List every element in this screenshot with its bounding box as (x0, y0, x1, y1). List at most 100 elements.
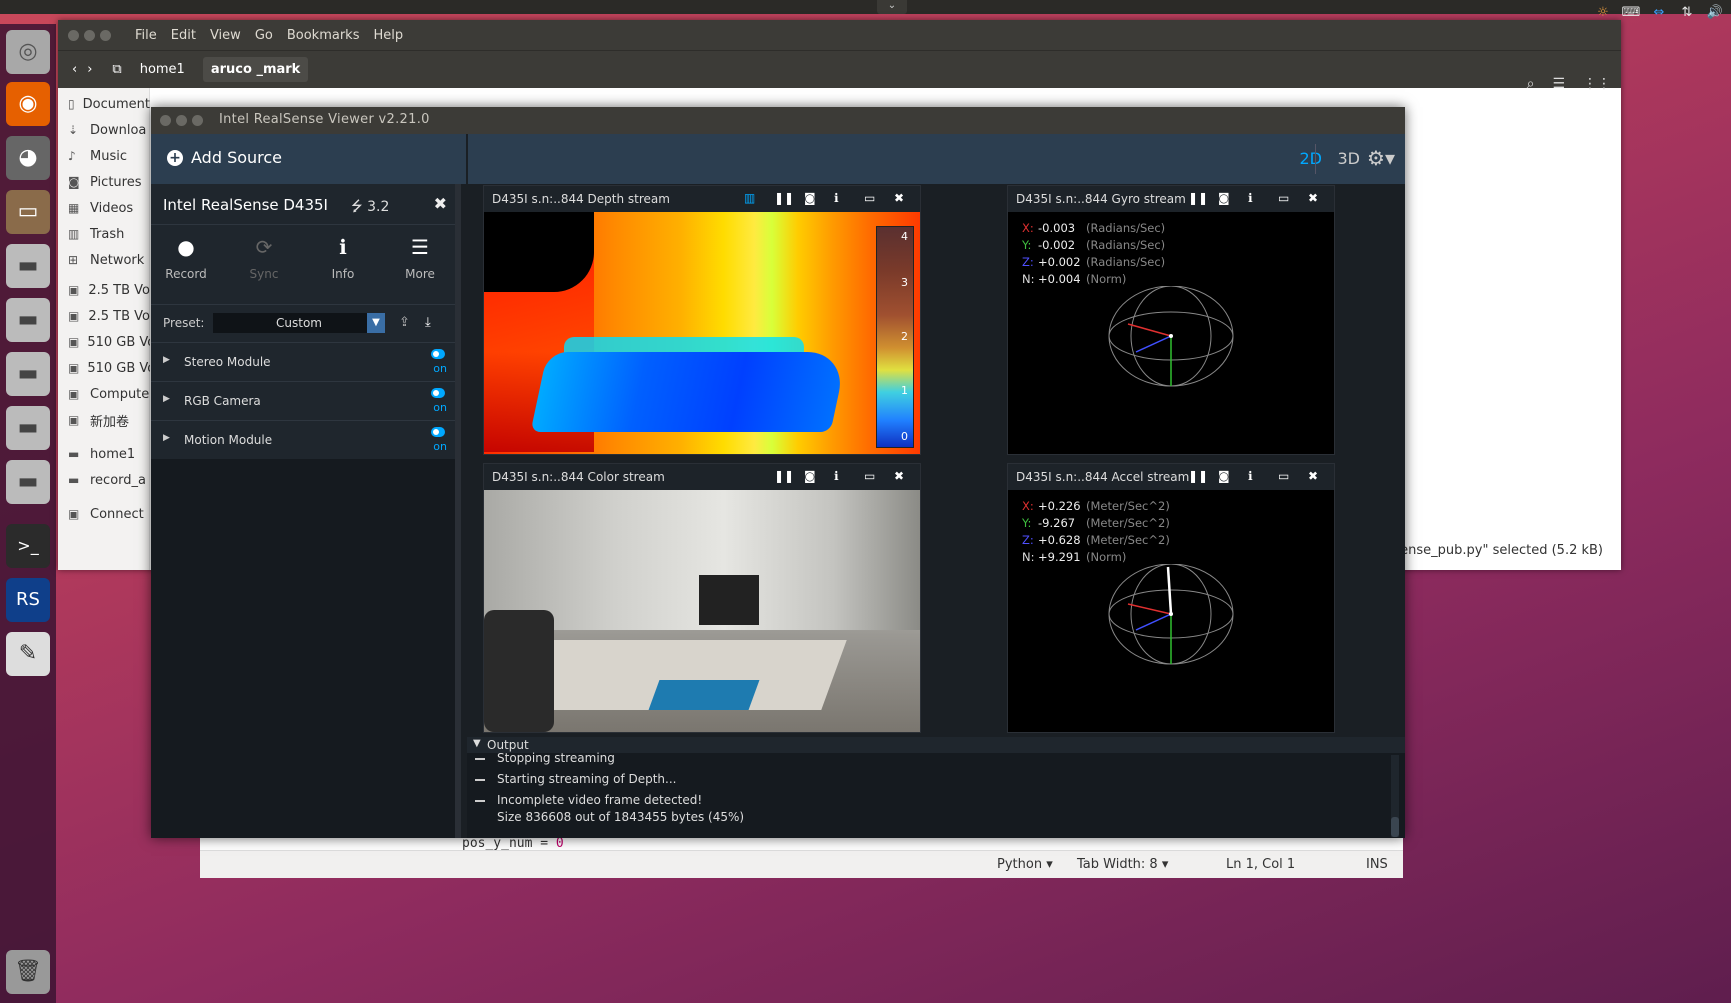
chevron-down-icon[interactable]: ▼ (367, 313, 385, 333)
drive-icon[interactable]: ▬ (6, 460, 50, 504)
cursor-position[interactable]: Ln 1, Col 1 (1226, 857, 1295, 872)
camera-icon[interactable]: ◙ (804, 469, 816, 483)
close-icon[interactable]: ✖ (1308, 191, 1318, 205)
language-select[interactable]: Python ▾ (997, 857, 1053, 872)
sidebar-item-volume[interactable]: ▣ 2.5 TB Vo (58, 278, 150, 302)
sidebar-item-volume[interactable]: ▣ 510 GB Vo (58, 356, 150, 380)
realsense-icon[interactable]: RS (6, 578, 50, 622)
file-manager-icon[interactable]: ▭ (6, 190, 50, 234)
module-toggle[interactable] (431, 427, 445, 437)
gyro-sphere[interactable] (1106, 286, 1236, 396)
sidebar-item-network[interactable]: ⊞ Network (58, 248, 150, 272)
menu-go[interactable]: Go (255, 28, 273, 43)
trash-icon[interactable]: 🗑 (6, 950, 50, 994)
gear-icon[interactable]: ⚙▾ (1367, 146, 1395, 170)
volume-icon[interactable]: 🔊 (1705, 5, 1725, 20)
sidebar-item-home1[interactable]: ▬ home1 (58, 442, 150, 466)
sidebar-item-videos[interactable]: ▦ Videos (58, 196, 150, 220)
accel-sphere[interactable] (1106, 564, 1236, 674)
breadcrumb-aruco-mark[interactable]: aruco _mark (202, 57, 309, 82)
info-icon[interactable]: ℹ (834, 469, 839, 483)
keyboard-icon[interactable]: ⌨ (1621, 5, 1641, 20)
drive-icon[interactable]: ▬ (6, 244, 50, 288)
breadcrumb-home1[interactable]: home1 (132, 57, 193, 82)
eye-of-gnome-icon[interactable]: ◕ (6, 136, 50, 180)
sidebar-item-music[interactable]: ♪ Music (58, 144, 150, 168)
histogram-icon[interactable]: ▥ (744, 191, 755, 205)
list-view-icon[interactable]: ☰ (1552, 76, 1565, 92)
text-editor-icon[interactable]: ✎ (6, 632, 50, 676)
network-icon[interactable]: ⇅ (1677, 5, 1697, 20)
close-icon[interactable]: ✖ (1308, 469, 1318, 483)
weather-icon[interactable]: ☼ (1593, 5, 1613, 20)
info-icon[interactable]: ℹ (1248, 191, 1253, 205)
pause-icon[interactable]: ❚❚ (774, 191, 794, 205)
terminal-icon[interactable]: >_ (6, 524, 50, 568)
pause-icon[interactable]: ❚❚ (1188, 469, 1208, 483)
maximize-icon[interactable]: ▭ (864, 469, 875, 483)
info-button[interactable]: ℹ Info (308, 233, 378, 281)
firefox-icon[interactable]: ◉ (6, 82, 50, 126)
drive-icon[interactable]: ▬ (6, 298, 50, 342)
search-icon[interactable]: ⌕ (1527, 76, 1535, 92)
close-icon[interactable]: ✖ (434, 194, 447, 213)
collapse-icon[interactable]: ▼ (473, 738, 481, 749)
sidebar-item-connect[interactable]: ▣ Connect (58, 502, 150, 526)
expand-icon[interactable]: ▶ (163, 394, 170, 404)
info-icon[interactable]: ℹ (834, 191, 839, 205)
teamviewer-icon[interactable]: ⇔ (1649, 5, 1669, 20)
grid-view-icon[interactable]: ⋮⋮ (1583, 76, 1611, 92)
mode-3d-button[interactable]: 3D (1338, 149, 1361, 168)
maximize-icon[interactable]: ▭ (864, 191, 875, 205)
tab-width-select[interactable]: Tab Width: 8 ▾ (1077, 857, 1168, 872)
mode-2d-button[interactable]: 2D (1300, 149, 1323, 168)
sidebar-item-record[interactable]: ▬ record_a (58, 468, 150, 492)
menu-file[interactable]: File (135, 28, 157, 43)
code-line[interactable]: pos_y_num = 0 (462, 836, 564, 851)
camera-icon[interactable]: ◙ (804, 191, 816, 205)
close-icon[interactable]: ✖ (894, 469, 904, 483)
sidebar-item-volume[interactable]: ▣ 2.5 TB Vo (58, 304, 150, 328)
sidebar-item-downloads[interactable]: ⇣ Downloa (58, 118, 150, 142)
camera-icon[interactable]: ◙ (1218, 191, 1230, 205)
sidebar-item-computer[interactable]: ▣ Compute (58, 382, 150, 406)
maximize-icon[interactable]: ▭ (1278, 469, 1289, 483)
record-button[interactable]: ● Record (151, 233, 221, 281)
upload-icon[interactable]: ⇪ (399, 315, 410, 330)
pause-icon[interactable]: ❚❚ (1188, 191, 1208, 205)
expand-icon[interactable]: ▶ (163, 433, 170, 443)
window-controls[interactable] (68, 29, 111, 41)
ubuntu-dash-icon[interactable]: ◎ (6, 30, 50, 74)
sidebar-item-pictures[interactable]: ◙ Pictures (58, 170, 150, 194)
location-icon[interactable]: ⧉ (112, 62, 121, 77)
sidebar-item-volume[interactable]: ▣ 510 GB Vo (58, 330, 150, 354)
menu-bookmarks[interactable]: Bookmarks (287, 28, 360, 43)
module-stereo[interactable]: ▶ Stereo Module on (151, 342, 455, 381)
drive-icon[interactable]: ▬ (6, 406, 50, 450)
sidebar-item-trash[interactable]: ▥ Trash (58, 222, 150, 246)
chevron-down-icon[interactable]: ⌄ (877, 0, 907, 14)
maximize-icon[interactable]: ▭ (1278, 191, 1289, 205)
module-rgb-camera[interactable]: ▶ RGB Camera on (151, 381, 455, 420)
info-icon[interactable]: ℹ (1248, 469, 1253, 483)
sidebar-item-documents[interactable]: ▯ Documents (58, 92, 150, 116)
module-motion[interactable]: ▶ Motion Module on (151, 420, 455, 459)
output-scrollbar[interactable] (1391, 755, 1399, 837)
sidebar-item-new-volume[interactable]: ▣ 新加卷 (58, 408, 150, 432)
more-button[interactable]: ☰ More (385, 233, 455, 281)
close-icon[interactable]: ✖ (894, 191, 904, 205)
back-icon[interactable]: ‹ (72, 62, 77, 77)
pause-icon[interactable]: ❚❚ (774, 469, 794, 483)
sync-button[interactable]: ⟳ Sync (229, 233, 299, 281)
depth-image[interactable]: 4 3 2 1 0 (484, 212, 920, 454)
menu-help[interactable]: Help (373, 28, 403, 43)
add-source-button[interactable]: + Add Source (167, 148, 282, 167)
drive-icon[interactable]: ▬ (6, 352, 50, 396)
download-icon[interactable]: ⤓ (425, 315, 431, 330)
module-toggle[interactable] (431, 349, 445, 359)
window-controls[interactable] (160, 115, 203, 126)
camera-icon[interactable]: ◙ (1218, 469, 1230, 483)
module-toggle[interactable] (431, 388, 445, 398)
color-image[interactable] (484, 490, 920, 732)
expand-icon[interactable]: ▶ (163, 355, 170, 365)
